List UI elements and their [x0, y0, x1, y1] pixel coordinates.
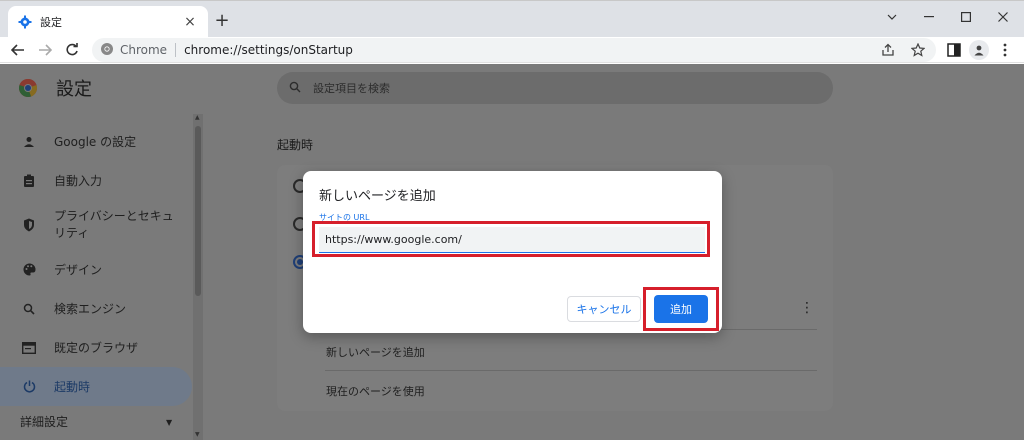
search-icon: [289, 81, 301, 96]
sidebar-item-label: 既定のブラウザ: [54, 341, 139, 355]
palette-icon: [22, 263, 36, 277]
profile-avatar[interactable]: [969, 40, 989, 60]
share-icon[interactable]: [880, 42, 896, 58]
dialog-title: 新しいページを追加: [319, 189, 436, 204]
sidebar-item-label: プライバシーとセキュリティ: [54, 209, 174, 240]
sidebar-item-autofill[interactable]: 自動入力: [0, 161, 192, 200]
caret-down-icon: ▼: [166, 418, 173, 427]
omnibox-chip[interactable]: Chrome: [98, 42, 175, 59]
new-tab-button[interactable]: +: [212, 10, 232, 31]
minimize-icon[interactable]: [917, 7, 941, 27]
settings-header: 設定: [0, 64, 260, 112]
omnibox-actions: [880, 42, 926, 58]
browser-menu-icon[interactable]: [1000, 41, 1010, 59]
sidebar-item-privacy[interactable]: プライバシーとセキュリティ: [0, 200, 192, 250]
sidebar-item-google[interactable]: Google の設定: [0, 122, 192, 161]
scroll-up-icon[interactable]: ▲: [195, 114, 200, 121]
side-panel-icon[interactable]: [946, 42, 962, 58]
use-current-pages-link[interactable]: 現在のページを使用: [326, 383, 425, 399]
section-title: 起動時: [277, 138, 314, 152]
chrome-logo-icon: [18, 78, 38, 98]
scroll-down-icon[interactable]: ▼: [195, 431, 200, 438]
close-icon[interactable]: [991, 7, 1015, 27]
address-bar[interactable]: Chrome chrome://settings/onStartup: [92, 38, 936, 62]
sidebar-scrollbar[interactable]: ▲ ▼: [193, 114, 203, 440]
person-icon: [22, 135, 36, 149]
sidebar-item-label: 自動入力: [54, 174, 103, 188]
back-arrow-icon[interactable]: [8, 40, 28, 60]
sidebar-item-label: デザイン: [54, 263, 103, 277]
search-icon: [22, 302, 36, 316]
reload-icon[interactable]: [62, 40, 82, 60]
sidebar-item-label: Google の設定: [54, 135, 137, 149]
divider: [325, 370, 817, 371]
shield-icon: [22, 218, 36, 232]
sidebar-item-default-browser[interactable]: 既定のブラウザ: [0, 328, 192, 367]
clipboard-icon: [22, 174, 36, 188]
highlight-frame-url: [312, 221, 710, 257]
scroll-thumb[interactable]: [195, 126, 201, 296]
search-placeholder: 設定項目を検索: [313, 82, 390, 95]
bookmark-star-icon[interactable]: [910, 42, 926, 58]
sidebar-item-on-startup[interactable]: 起動時: [0, 367, 192, 406]
sidebar-item-search-engine[interactable]: 検索エンジン: [0, 289, 192, 328]
tab-strip: 設定 × +: [0, 0, 1024, 38]
maximize-icon[interactable]: [954, 7, 978, 27]
add-page-link[interactable]: 新しいページを追加: [326, 344, 425, 360]
sidebar-item-label: 検索エンジン: [54, 302, 127, 316]
page-title: 設定: [56, 79, 92, 100]
toolbar: Chrome chrome://settings/onStartup: [0, 37, 1024, 63]
sidebar-item-advanced[interactable]: 詳細設定 ▼: [0, 406, 192, 436]
tab-settings[interactable]: 設定 ×: [8, 6, 208, 38]
tab-close-icon[interactable]: ×: [182, 14, 198, 30]
gear-icon: [18, 15, 32, 29]
omnibox-url[interactable]: chrome://settings/onStartup: [184, 43, 353, 57]
omnibox-separator: [175, 43, 177, 57]
power-icon: [22, 380, 36, 394]
cancel-button[interactable]: キャンセル: [567, 296, 641, 322]
more-actions-icon[interactable]: ⋮: [800, 300, 814, 316]
settings-search[interactable]: 設定項目を検索: [277, 72, 833, 104]
chrome-logo-icon: [100, 42, 114, 59]
browser-icon: [22, 341, 36, 355]
chevron-down-icon[interactable]: [880, 7, 904, 27]
sidebar-item-appearance[interactable]: デザイン: [0, 250, 192, 289]
sidebar-item-label: 詳細設定: [20, 414, 69, 429]
omnibox-chip-label: Chrome: [120, 43, 168, 57]
forward-arrow-icon[interactable]: [35, 40, 55, 60]
tab-title: 設定: [40, 16, 62, 29]
settings-sidebar: Google の設定 自動入力 プライバシーとセキュリティ デザイン 検索エンジ…: [0, 122, 192, 436]
highlight-frame-add: [643, 287, 719, 331]
sidebar-item-label: 起動時: [54, 380, 91, 394]
